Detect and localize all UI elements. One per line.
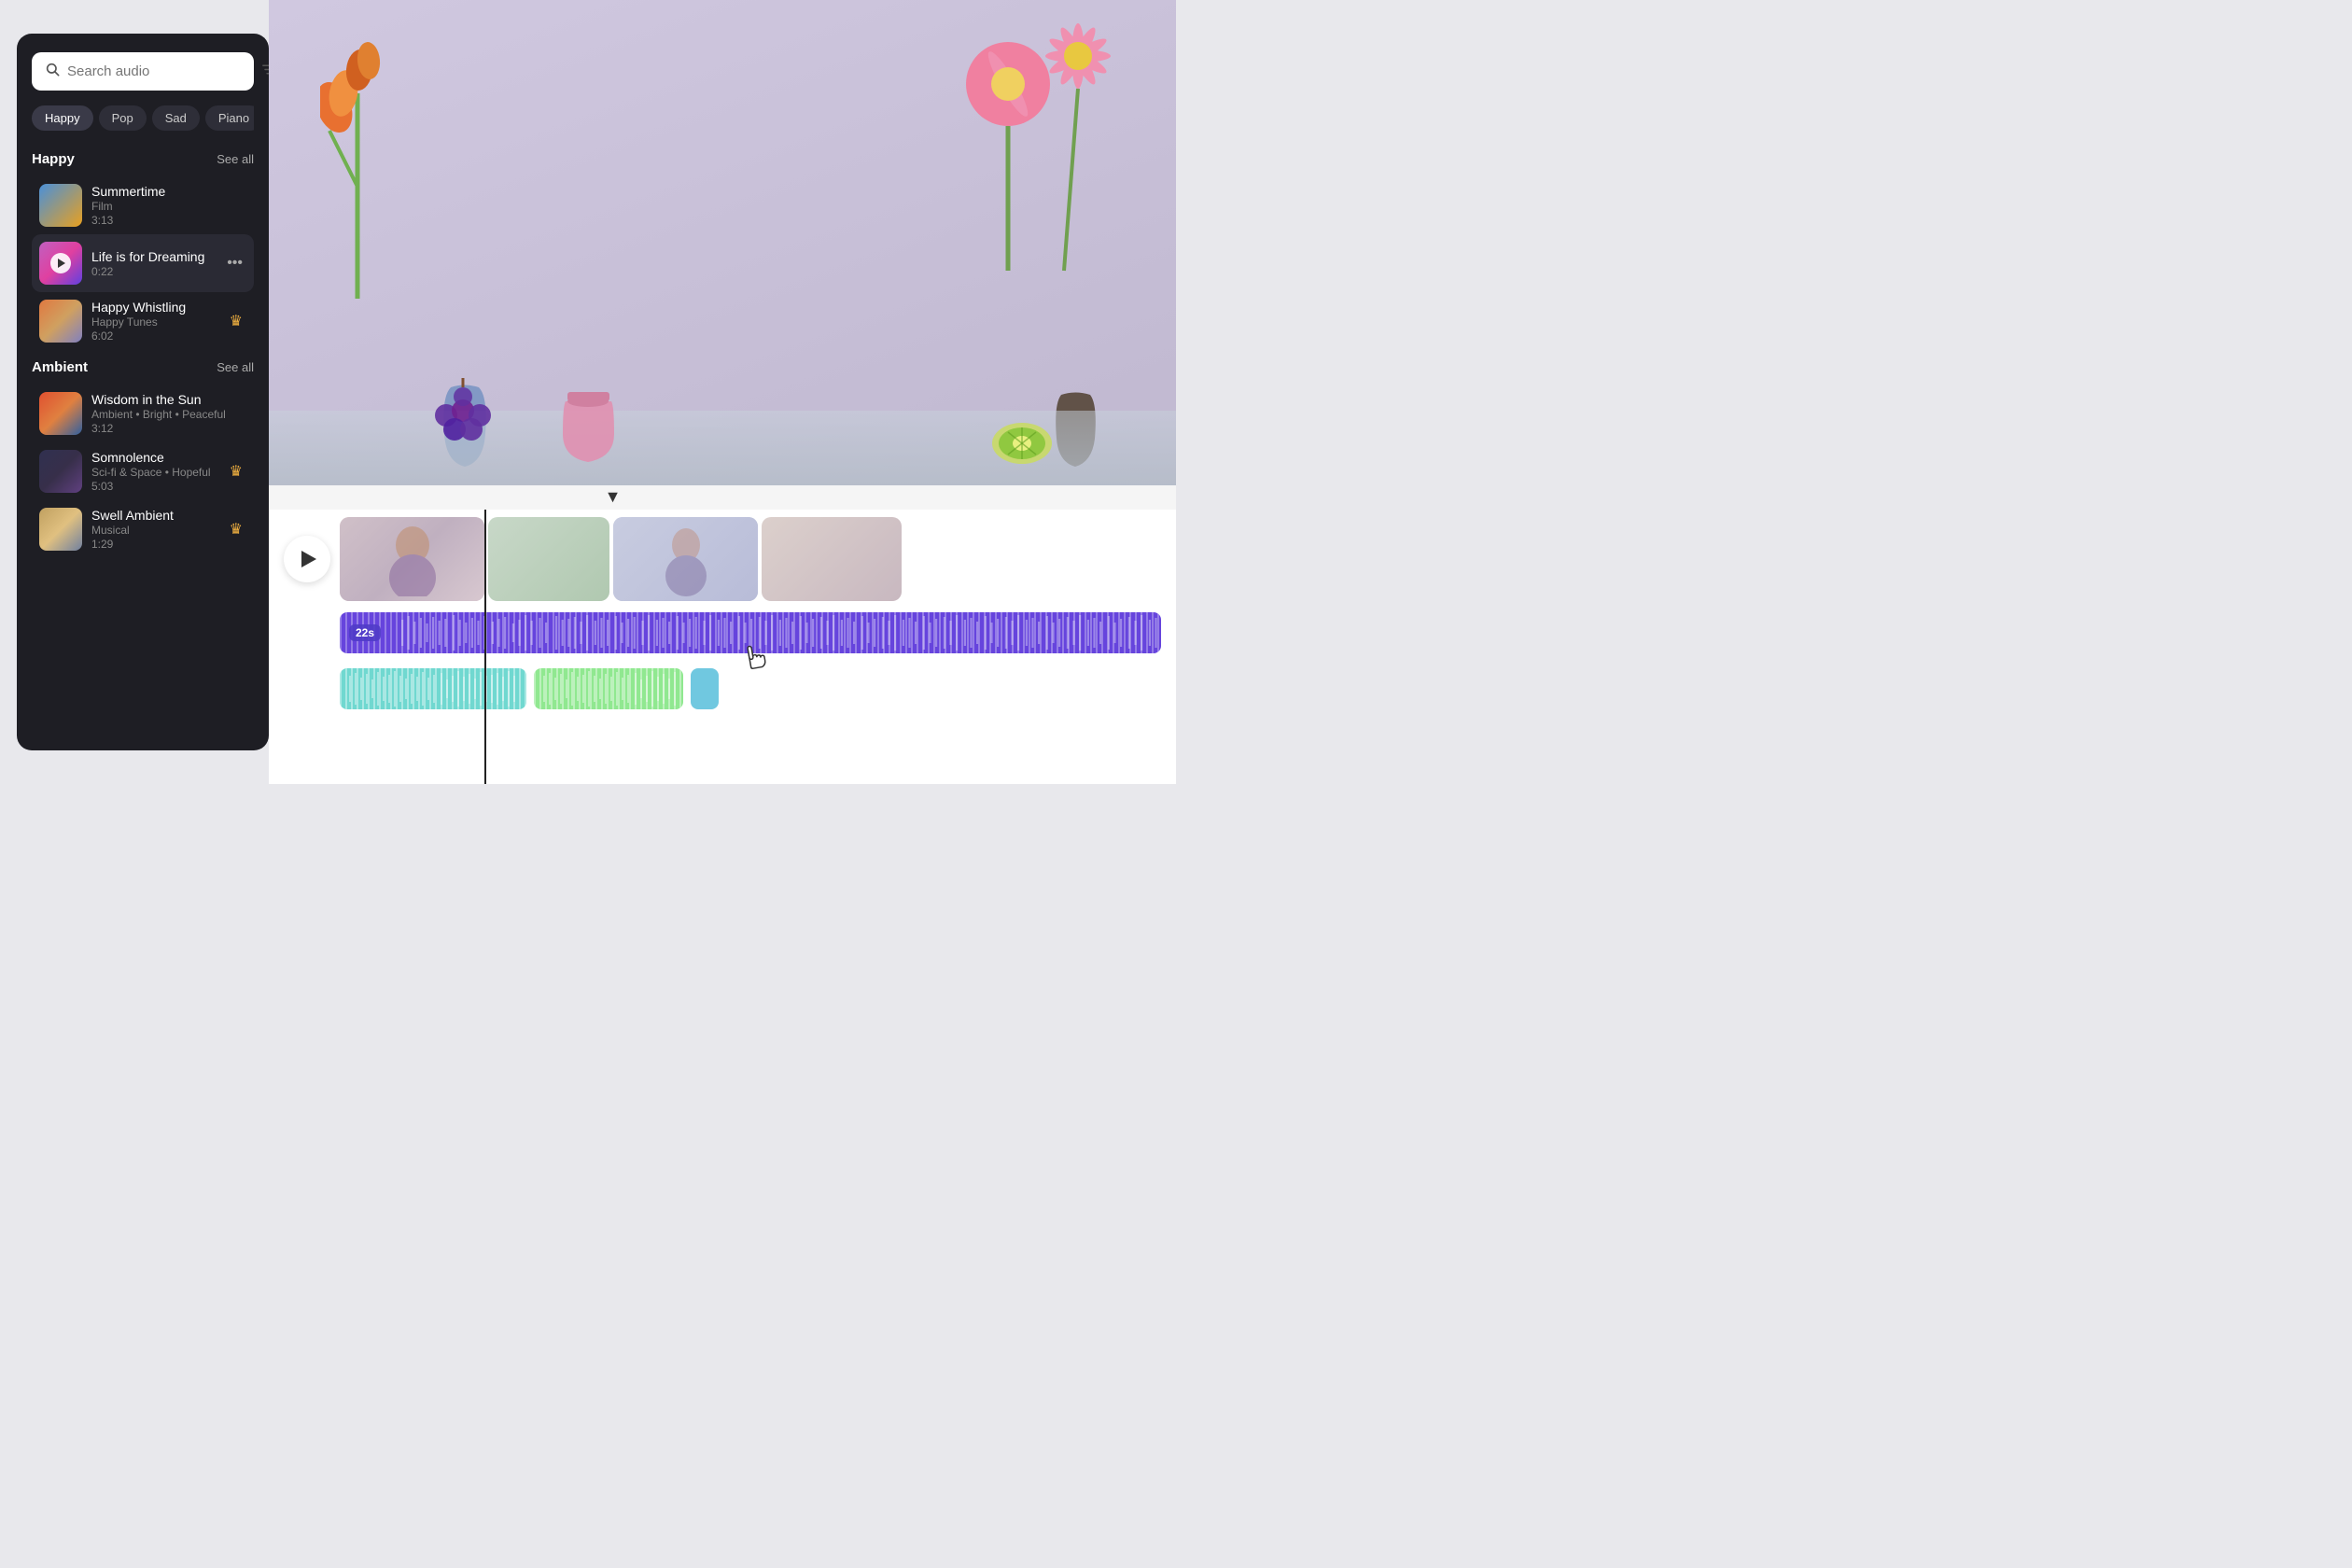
track-duration-life: 0:22 (91, 265, 214, 278)
clips-track (340, 517, 1161, 601)
clip-4[interactable] (762, 517, 902, 601)
track-duration-somnolence: 5:03 (91, 480, 217, 493)
track-info-swell: Swell Ambient Musical 1:29 (91, 508, 217, 551)
track-sub-whistling: Happy Tunes (91, 315, 217, 329)
audio-clip-cyan2[interactable] (691, 668, 719, 709)
timeline-area: ▼ (269, 485, 1176, 784)
kiwi (989, 415, 1055, 471)
track-thumb-wisdom (39, 392, 82, 435)
section-title-happy: Happy (32, 151, 75, 167)
clip-2[interactable] (488, 517, 609, 601)
track-crown-swell[interactable]: ♛ (226, 516, 246, 542)
track-crown-whistling[interactable]: ♛ (226, 308, 246, 334)
tags-row: Happy Pop Sad Piano Jazz Bi› (32, 105, 254, 131)
flower-left (320, 19, 395, 317)
track-thumb-swell (39, 508, 82, 551)
track-name-wisdom: Wisdom in the Sun (91, 392, 246, 407)
track-life-dreaming[interactable]: Life is for Dreaming 0:22 ••• (32, 234, 254, 292)
audio-waveform-purple[interactable]: 22s (340, 612, 1161, 653)
track-sub-somnolence: Sci-fi & Space • Hopeful (91, 466, 217, 479)
track-happy-whistling[interactable]: Happy Whistling Happy Tunes 6:02 ♛ (32, 292, 254, 350)
section-header-ambient: Ambient See all (32, 359, 254, 375)
track-name-swell: Swell Ambient (91, 508, 217, 523)
audio-panel: Happy Pop Sad Piano Jazz Bi› Happy See a… (17, 34, 269, 750)
play-icon (301, 551, 316, 567)
tag-sad[interactable]: Sad (152, 105, 200, 131)
track-sub-wisdom: Ambient • Bright • Peaceful (91, 408, 246, 421)
track-name-life: Life is for Dreaming (91, 249, 214, 264)
track-sub-swell: Musical (91, 524, 217, 537)
track-name-somnolence: Somnolence (91, 450, 217, 465)
filter-icon[interactable] (260, 62, 269, 81)
section-header-happy: Happy See all (32, 151, 254, 167)
audio-badge: 22s (349, 624, 381, 641)
grapes (427, 378, 502, 448)
clip-3[interactable] (613, 517, 758, 601)
audio-clips-row (340, 668, 1161, 709)
tag-pop[interactable]: Pop (99, 105, 147, 131)
flowers-right (933, 9, 1120, 289)
track-info-summertime: Summertime Film 3:13 (91, 184, 246, 227)
play-triangle-life (58, 259, 65, 268)
audio-clip-green[interactable] (534, 668, 683, 709)
track-thumb-life (39, 242, 82, 285)
clips-row (284, 517, 1161, 601)
track-info-wisdom: Wisdom in the Sun Ambient • Bright • Pea… (91, 392, 246, 435)
track-thumb-somnolence (39, 450, 82, 493)
tag-piano[interactable]: Piano (205, 105, 254, 131)
see-all-happy[interactable]: See all (217, 152, 254, 166)
pink-jar (558, 387, 619, 471)
video-preview (269, 0, 1176, 485)
track-thumb-whistling (39, 300, 82, 343)
track-info-whistling: Happy Whistling Happy Tunes 6:02 (91, 300, 217, 343)
track-thumb-summertime (39, 184, 82, 227)
track-crown-somnolence[interactable]: ♛ (226, 458, 246, 484)
track-duration-summertime: 3:13 (91, 214, 246, 227)
track-duration-wisdom: 3:12 (91, 422, 246, 435)
playhead-bar: ▼ (269, 485, 1176, 510)
audio-clip-cyan[interactable] (340, 668, 526, 709)
search-icon (45, 62, 60, 81)
track-duration-swell: 1:29 (91, 538, 217, 551)
see-all-ambient[interactable]: See all (217, 360, 254, 374)
playhead-marker: ▼ (605, 487, 622, 507)
track-name-summertime: Summertime (91, 184, 246, 199)
clip-1[interactable] (340, 517, 484, 601)
track-info-life: Life is for Dreaming 0:22 (91, 249, 214, 278)
search-bar (32, 52, 254, 91)
search-input[interactable] (67, 63, 253, 79)
audio-track-row: 22s (340, 609, 1161, 657)
tag-happy[interactable]: Happy (32, 105, 93, 131)
track-wisdom[interactable]: Wisdom in the Sun Ambient • Bright • Pea… (32, 385, 254, 442)
playhead-line (484, 510, 486, 784)
track-more-life[interactable]: ••• (223, 251, 246, 275)
timeline-content: 22s (269, 510, 1176, 784)
play-overlay-life (50, 253, 71, 273)
track-swell[interactable]: Swell Ambient Musical 1:29 ♛ (32, 500, 254, 558)
right-panel: ▼ (269, 0, 1176, 784)
track-info-somnolence: Somnolence Sci-fi & Space • Hopeful 5:03 (91, 450, 217, 493)
track-sub-summertime: Film (91, 200, 246, 213)
track-duration-whistling: 6:02 (91, 329, 217, 343)
track-somnolence[interactable]: Somnolence Sci-fi & Space • Hopeful 5:03… (32, 442, 254, 500)
play-button[interactable] (284, 536, 330, 582)
section-title-ambient: Ambient (32, 359, 88, 375)
track-name-whistling: Happy Whistling (91, 300, 217, 315)
track-summertime[interactable]: Summertime Film 3:13 (32, 176, 254, 234)
